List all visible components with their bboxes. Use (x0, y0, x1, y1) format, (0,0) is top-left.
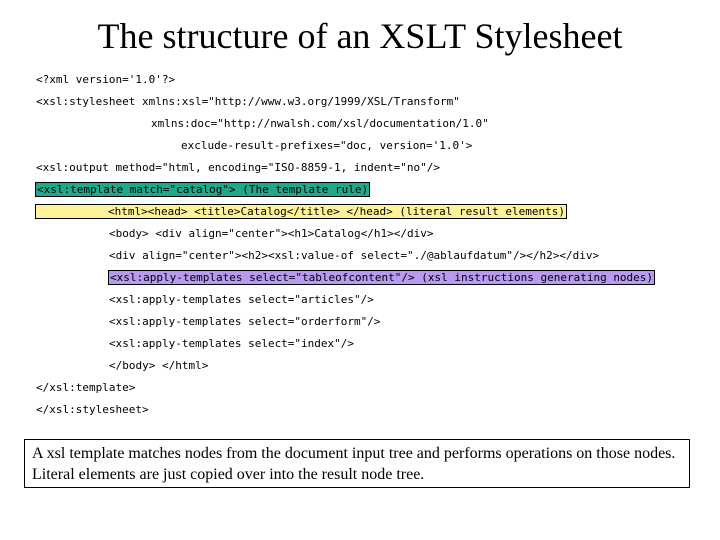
code-line-apply-index: <xsl:apply-templates select="index"/> (109, 337, 355, 350)
code-line-template-match: <xsl:template match="catalog"> (The temp… (34, 182, 371, 198)
code-line-stylesheet-open: <xsl:stylesheet xmlns:xsl="http://www.w3… (36, 95, 460, 108)
code-line-apply-orderform: <xsl:apply-templates select="orderform"/… (109, 315, 381, 328)
literal-elements-highlight: <html><head> <title>Catalog</title> </he… (35, 204, 567, 219)
code-line-html-head: <html><head> <title>Catalog</title> </he… (35, 204, 567, 220)
code-line-template-close: </xsl:template> (36, 381, 136, 394)
code-line-body-close: </body> </html> (109, 359, 209, 372)
code-line-body: <body> <div align="center"><h1>Catalog</… (109, 227, 434, 240)
xsl-instructions-highlight: <xsl:apply-templates select="tableofcont… (107, 270, 656, 285)
code-line-namespace-doc: xmlns:doc="http://nwalsh.com/xsl/documen… (151, 117, 489, 130)
page-title: The structure of an XSLT Stylesheet (97, 16, 623, 56)
code-line-apply-articles: <xsl:apply-templates select="articles"/> (109, 293, 374, 306)
code-line-apply-tableofcontent: <xsl:apply-templates select="tableofcont… (107, 270, 656, 286)
template-rule-highlight: <xsl:template match="catalog"> (The temp… (34, 182, 371, 197)
code-line-exclude-prefixes: exclude-result-prefixes="doc, version='1… (181, 139, 473, 152)
explanation-box: A xsl template matches nodes from the do… (24, 439, 690, 488)
code-line-output: <xsl:output method="html, encoding="ISO-… (36, 161, 440, 174)
code-line-xml-declaration: <?xml version='1.0'?> (36, 73, 176, 86)
code-line-stylesheet-close: </xsl:stylesheet> (36, 403, 149, 416)
code-line-h2-value-of: <div align="center"><h2><xsl:value-of se… (109, 249, 600, 262)
